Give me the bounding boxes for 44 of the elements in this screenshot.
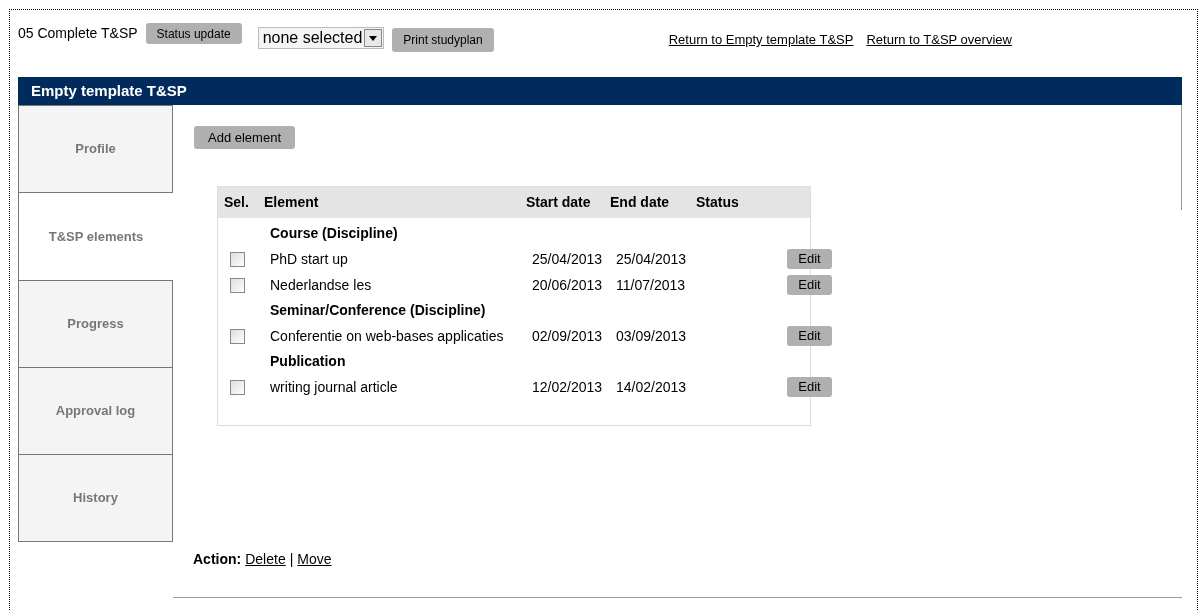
table-cell-text: 14/02/2013 <box>616 377 688 397</box>
checkbox[interactable] <box>230 251 245 267</box>
table-cell-text: PhD start up <box>270 249 349 269</box>
action-label: Action: <box>193 550 242 569</box>
edit-button[interactable]: Edit <box>787 275 832 295</box>
status-update-button[interactable]: Status update <box>145 23 242 44</box>
checkbox[interactable] <box>230 379 245 395</box>
status-select[interactable]: none selected <box>257 27 385 49</box>
return-link[interactable]: Return to Empty template T&SP <box>668 30 854 50</box>
table-cell-text: 20/06/2013 <box>532 275 604 295</box>
side-tab[interactable]: Approval log <box>18 367 173 455</box>
add-element-button[interactable]: Add element <box>194 126 295 149</box>
table-cell-text: 03/09/2013 <box>616 326 688 346</box>
column-header: End date <box>610 193 671 212</box>
status-label: 05 Complete T&SP <box>18 24 138 43</box>
return-link[interactable]: Return to T&SP overview <box>866 30 1012 50</box>
edit-button[interactable]: Edit <box>787 326 832 346</box>
table-cell-text: Conferentie on web-bases applicaties <box>270 326 505 346</box>
table-cell-text: 25/04/2013 <box>532 249 604 269</box>
table-cell-text: 25/04/2013 <box>616 249 688 269</box>
panel-header: Empty template T&SP <box>18 77 1182 105</box>
side-tab[interactable]: History <box>18 454 173 542</box>
group-heading: Publication <box>270 352 347 371</box>
side-tab[interactable]: Progress <box>18 280 173 368</box>
column-header: Sel. <box>224 193 250 212</box>
separator-text: | <box>289 550 294 569</box>
action-link[interactable]: Delete <box>245 549 286 570</box>
table-cell-text: 12/02/2013 <box>532 377 604 397</box>
checkbox[interactable] <box>230 328 245 344</box>
column-header: Start date <box>526 193 592 212</box>
column-header: Element <box>264 193 320 212</box>
group-heading: Course (Discipline) <box>270 224 399 243</box>
edit-button[interactable]: Edit <box>787 377 832 397</box>
print-studyplan-button[interactable]: Print studyplan <box>392 28 494 52</box>
group-heading: Seminar/Conference (Discipline) <box>270 301 487 320</box>
side-tab[interactable]: Profile <box>18 105 173 193</box>
action-link[interactable]: Move <box>297 549 332 570</box>
column-header: Status <box>696 193 740 212</box>
table-cell-text: Nederlandse les <box>270 275 373 295</box>
edit-button[interactable]: Edit <box>787 249 832 269</box>
checkbox[interactable] <box>230 277 245 293</box>
table-cell-text: 11/07/2013 <box>616 275 687 295</box>
table-cell-text: 02/09/2013 <box>532 326 604 346</box>
table-cell-text: writing journal article <box>270 377 399 397</box>
